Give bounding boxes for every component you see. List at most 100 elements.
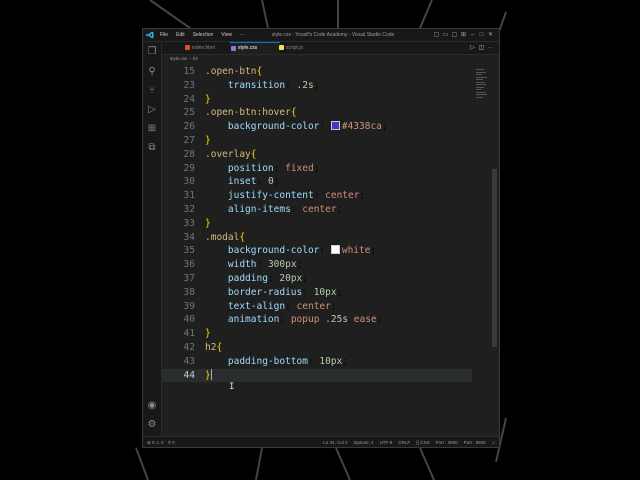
ports-status[interactable]: ⚲ 0 [168,437,175,447]
code-token: animation [227,314,280,326]
code-token: position [227,162,274,174]
line-ending[interactable]: CRLF [398,437,410,447]
breadcrumb-file[interactable]: style.css [170,56,187,61]
code-token: padding [227,273,268,284]
layout-panel-icon[interactable]: ▭ [441,31,450,39]
code-line[interactable]: 44} [162,368,472,383]
code-line[interactable]: 15 .open-btn{ [162,65,472,79]
code-token: transition [227,79,286,91]
code-token: .open-btn [205,107,257,119]
settings-gear-icon[interactable]: ⚙ [146,419,158,431]
code-line[interactable]: 35 background-color: white; [162,244,472,258]
color-swatch [330,121,340,131]
code-line[interactable]: 24} [162,93,472,107]
code-line[interactable]: 36 width: 300px; [162,258,472,272]
code-token: .2s [296,79,314,91]
line-number: 24 [183,93,195,105]
chevron-right-icon: › [189,56,191,61]
code-token: : [307,355,320,367]
code-line[interactable]: 34 .modal{ [162,231,472,245]
code-line[interactable]: 39 text-align: center; [162,300,472,314]
code-token: width [227,259,257,271]
more-actions-icon[interactable]: ··· [486,42,495,54]
line-number: 40 [183,314,195,326]
customize-layout-icon[interactable]: ⊞ [459,31,468,39]
encoding[interactable]: UTF-8 [380,437,393,447]
tab-script-js[interactable]: script.js [278,42,324,54]
code-line[interactable]: 25 .open-btn:hover{ [162,106,472,120]
code-line[interactable]: 42 h2{ [162,341,472,355]
code-line[interactable]: 23 transition: .2s; [162,79,472,93]
code-token: padding-bottom [227,355,308,367]
tab-style-css[interactable]: style.css [230,42,280,54]
editor-tabs: index.html style.css script.js [162,42,499,55]
extensions-icon[interactable]: ⊞ [146,123,158,135]
code-line[interactable]: 26 background-color: #4338ca; [162,120,472,134]
line-number: 35 [183,245,195,257]
menu-selection[interactable]: Selection [193,29,214,41]
problems-status[interactable]: ⊗ 0 ⚠ 0 [147,437,164,447]
code-token: ; [336,204,343,215]
maximize-icon[interactable]: □ [477,31,486,39]
code-token: { [250,148,257,160]
tab-label: index.html [192,45,215,51]
code-editor[interactable]: 15 .open-btn{23 transition: .2s; 24} 25 .ope… [162,64,499,436]
code-token: ; [313,79,320,91]
live-server-port-3000[interactable]: Port : 3000 [436,437,458,447]
minimize-icon[interactable]: – [468,31,477,39]
vertical-scrollbar[interactable] [492,169,497,347]
source-control-icon[interactable]: ⑂ [146,85,158,97]
code-line[interactable]: 37 padding: 20px; [162,272,472,286]
code-token: : [256,259,268,271]
code-token: justify-content [227,190,314,202]
minimap[interactable] [476,69,488,109]
layout-sidebar-icon[interactable]: ▢ [432,31,441,39]
code-token: fixed [285,162,314,174]
line-number: 38 [183,286,195,298]
breadcrumb-symbol[interactable]: h2 [193,56,198,61]
line-number: 32 [183,204,195,215]
remote-explorer-icon[interactable]: ⧉ [146,142,158,154]
code-token: align-items [227,204,291,215]
code-line[interactable]: 29 position: fixed; [162,162,472,176]
close-icon[interactable]: ✕ [486,31,495,39]
code-line[interactable]: 40 animation: popup .25s ease; [162,313,472,327]
menu-more[interactable]: ··· [240,29,245,41]
cursor-position[interactable]: Ln 44, Col 2 [323,437,347,447]
indentation[interactable]: Spaces: 4 [354,437,374,447]
code-line[interactable]: 41} [162,327,472,341]
vscode-logo-icon [146,31,154,39]
code-token: white [341,245,371,257]
code-token: .open-btn [205,66,257,77]
language-mode[interactable]: {} CSS [416,437,430,447]
split-editor-icon[interactable]: ◫ [477,42,486,54]
live-server-port-5500[interactable]: Port : 5500 [464,437,486,447]
code-line[interactable]: 30 inset: 0; [162,175,472,189]
menu-edit[interactable]: Edit [176,29,185,41]
account-icon[interactable]: ◉ [146,400,158,412]
menu-view[interactable]: View [221,29,232,41]
run-icon[interactable]: ▷ [468,42,477,54]
code-line[interactable]: 43 padding-bottom: 10px; [162,355,472,369]
code-token: : [319,121,331,133]
tab-index-html[interactable]: index.html [184,42,232,54]
notifications-bell-icon[interactable]: ♫ [492,437,495,447]
code-line[interactable]: 31 justify-content: center; [162,189,472,203]
code-token: .25s [325,314,349,326]
code-token: ; [342,355,349,367]
menu-file[interactable]: File [160,29,168,41]
code-line[interactable]: 32 align-items: center; [162,203,472,217]
layout-secondary-icon[interactable]: ▢ [450,31,459,39]
explorer-icon[interactable]: ❐ [146,46,158,58]
css-file-icon [231,46,236,51]
code-line[interactable]: 33} [162,217,472,231]
search-icon[interactable]: ⚲ [146,66,158,78]
run-debug-icon[interactable]: ▷ [146,104,158,116]
code-line[interactable]: 38 border-radius: 10px; [162,286,472,300]
code-line[interactable]: 27} [162,134,472,148]
code-line[interactable]: 28 .overlay{ [162,148,472,162]
